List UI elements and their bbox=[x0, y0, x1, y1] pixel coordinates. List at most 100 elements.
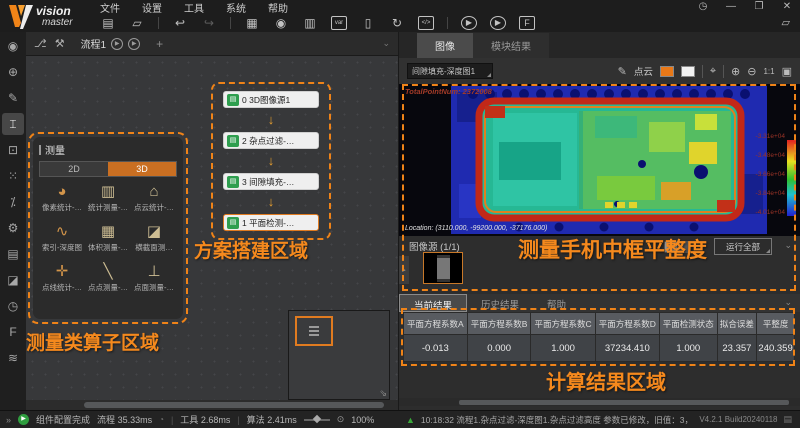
fit-view-icon[interactable]: ⌖ bbox=[710, 65, 716, 78]
menu-settings[interactable]: 设置 bbox=[142, 0, 162, 15]
menu-tools[interactable]: 工具 bbox=[184, 0, 204, 15]
flow-hscrollbar[interactable] bbox=[26, 400, 398, 410]
add-flow-icon[interactable]: + bbox=[156, 37, 163, 51]
op-pointcloud-stats[interactable]: ⌂点云统计-… bbox=[131, 182, 177, 213]
op-cross-section[interactable]: ◪横截面测… bbox=[131, 222, 177, 253]
wrench-icon[interactable]: ⚒ bbox=[55, 37, 65, 50]
window-controls: ◷ — ❐ ✕ bbox=[696, 1, 794, 12]
global-refresh-icon[interactable]: ↻ bbox=[389, 15, 405, 31]
measure-operator-panel: 测量 2D 3D ◕像素统计-… ▥统计测量-… ⌂点云统计-… ∿索引-深度图… bbox=[33, 137, 183, 319]
op-pixel-stats[interactable]: ◕像素统计-… bbox=[39, 182, 85, 213]
script-icon[interactable]: </> bbox=[418, 16, 434, 30]
run-all-button[interactable]: 运行全部 bbox=[714, 238, 772, 255]
zoom-slider[interactable] bbox=[304, 419, 330, 421]
node-3d-image-source[interactable]: ▤ 0 3D图像源1 bbox=[223, 91, 319, 108]
formula-icon[interactable]: F bbox=[519, 16, 535, 30]
io-module-icon[interactable]: ▯ bbox=[360, 15, 376, 31]
tab-help[interactable]: 帮助 bbox=[533, 294, 580, 312]
minimap-viewport[interactable] bbox=[295, 316, 333, 346]
rail-capture-icon[interactable]: ⊡ bbox=[2, 139, 24, 161]
tab-2d[interactable]: 2D bbox=[40, 162, 108, 176]
camera-icon[interactable]: ◉ bbox=[273, 15, 289, 31]
node-plane-detect[interactable]: ▤ 1 平面检测-… bbox=[223, 214, 319, 231]
rail-locate-icon[interactable]: ⊕ bbox=[2, 61, 24, 83]
image-source-select[interactable]: 间隙填充-深度图1 bbox=[407, 63, 493, 79]
save-icon[interactable]: ▤ bbox=[100, 15, 116, 31]
color-swatch-white[interactable] bbox=[681, 66, 695, 77]
minimize-icon[interactable]: — bbox=[724, 1, 738, 12]
variable-icon[interactable]: var bbox=[331, 16, 347, 30]
rail-history-icon[interactable]: ◷ bbox=[2, 295, 24, 317]
rail-stats-icon[interactable]: ▤ bbox=[2, 243, 24, 265]
undo-icon[interactable]: ↩ bbox=[172, 15, 188, 31]
rail-measure-icon[interactable]: ⌶ bbox=[2, 113, 24, 135]
scrollbar-thumb[interactable] bbox=[459, 400, 789, 405]
open-folder-icon[interactable]: ▱ bbox=[129, 15, 145, 31]
log-panel-icon[interactable]: ▤ bbox=[783, 414, 792, 425]
module-grid-icon[interactable]: ▥ bbox=[302, 15, 318, 31]
restore-icon[interactable]: ❐ bbox=[752, 1, 766, 12]
depth-image-view[interactable]: TotalPointNum: 2372008 Location: (3110.0… bbox=[399, 84, 800, 236]
flow-tabbar-chevron-icon[interactable]: ⌄ bbox=[382, 38, 390, 49]
op-pointline-stats[interactable]: ✛点线统计-… bbox=[39, 262, 85, 293]
flow-tab[interactable]: 流程1 ▶ ▶ bbox=[73, 34, 149, 53]
table-row[interactable]: -0.013 0.000 1.000 37234.410 1.000 23.35… bbox=[404, 335, 795, 362]
rail-scatter-icon[interactable]: ⁙ bbox=[2, 165, 24, 187]
pan-view-icon[interactable]: ▣ bbox=[782, 65, 792, 78]
main-toolbar: ▤ ▱ ↩ ↪ ▦ ◉ ▥ var ▯ ↻ </> ▶ ▶ F bbox=[100, 14, 535, 32]
brand-top: vision bbox=[36, 4, 71, 18]
tab-module-result[interactable]: 模块结果 bbox=[473, 33, 549, 58]
rail-formula-icon[interactable]: F bbox=[2, 321, 24, 343]
run-once-icon[interactable]: ▶ bbox=[461, 16, 477, 30]
node-icon: ▤ bbox=[227, 176, 239, 188]
tab-3d[interactable]: 3D bbox=[108, 162, 176, 176]
run-continuous-icon[interactable]: ▶ bbox=[490, 16, 506, 30]
rail-compare-icon[interactable]: ⁒ bbox=[2, 191, 24, 213]
status-text: 组件配置完成 bbox=[36, 413, 90, 426]
slider-handle[interactable] bbox=[312, 415, 320, 423]
color-swatch-orange[interactable] bbox=[660, 66, 674, 77]
op-stat-measure[interactable]: ▥统计测量-… bbox=[85, 182, 131, 213]
rail-camera-icon[interactable]: ◉ bbox=[2, 35, 24, 57]
open-solution-icon[interactable]: ▱ bbox=[782, 16, 790, 29]
magnifier-icon[interactable]: ⊙ bbox=[337, 414, 345, 425]
collapse-rail-icon[interactable]: » bbox=[6, 415, 11, 425]
close-icon[interactable]: ✕ bbox=[780, 1, 794, 12]
tab-image[interactable]: 图像 bbox=[417, 33, 473, 58]
flow-step-run-icon[interactable]: ▶ bbox=[128, 38, 140, 50]
menu-file[interactable]: 文件 bbox=[100, 0, 120, 15]
result-hscrollbar[interactable] bbox=[399, 398, 800, 406]
flow-run-icon[interactable]: ▶ bbox=[111, 38, 123, 50]
expand-handle[interactable]: ▸ bbox=[399, 256, 409, 284]
source-chevron-icon[interactable]: ⌄ bbox=[784, 240, 792, 251]
resize-handle-icon[interactable]: ⇘ bbox=[379, 388, 387, 399]
annotation-results-area: 计算结果区域 bbox=[546, 366, 666, 395]
op-point-plane[interactable]: ⊥点面测量-… bbox=[131, 262, 177, 293]
op-point-point[interactable]: ╲点点测量-… bbox=[85, 262, 131, 293]
scrollbar-thumb[interactable] bbox=[84, 402, 384, 408]
node-gap-fill[interactable]: ▤ 3 间隙填充-… bbox=[223, 173, 319, 190]
node-noise-filter[interactable]: ▤ 2 杂点过滤-… bbox=[223, 132, 319, 149]
op-index-depthmap[interactable]: ∿索引-深度图 bbox=[39, 222, 85, 253]
rail-image-edit-icon[interactable]: ✎ bbox=[2, 87, 24, 109]
actual-size-icon[interactable]: 1:1 bbox=[763, 67, 774, 76]
history-clock-icon[interactable]: ◷ bbox=[696, 1, 710, 12]
zoom-out-icon[interactable]: ⊖ bbox=[747, 65, 756, 78]
redo-icon[interactable]: ↪ bbox=[201, 15, 217, 31]
rail-filter-icon[interactable]: ≋ bbox=[2, 347, 24, 369]
tab-current-result[interactable]: 当前结果 bbox=[399, 294, 467, 312]
tab-history-result[interactable]: 历史结果 bbox=[467, 294, 533, 312]
rail-image-settings-icon[interactable]: ⚙ bbox=[2, 217, 24, 239]
flow-canvas[interactable]: 测量 2D 3D ◕像素统计-… ▥统计测量-… ⌂点云统计-… ∿索引-深度图… bbox=[26, 56, 398, 400]
op-volume-measure[interactable]: ▦体积测量-… bbox=[85, 222, 131, 253]
rail-color-fill-icon[interactable]: ◪ bbox=[2, 269, 24, 291]
result-chevron-icon[interactable]: ⌄ bbox=[776, 294, 800, 312]
menu-help[interactable]: 帮助 bbox=[268, 0, 288, 15]
flow-tree-icon[interactable]: ⎇ bbox=[34, 37, 47, 50]
pencil-icon[interactable]: ✎ bbox=[618, 65, 627, 78]
new-window-icon[interactable]: ▦ bbox=[244, 15, 260, 31]
flow-minimap[interactable]: ⇘ bbox=[288, 310, 390, 400]
zoom-in-icon[interactable]: ⊕ bbox=[731, 65, 740, 78]
menu-system[interactable]: 系统 bbox=[226, 0, 246, 15]
source-thumbnail[interactable] bbox=[423, 252, 463, 284]
